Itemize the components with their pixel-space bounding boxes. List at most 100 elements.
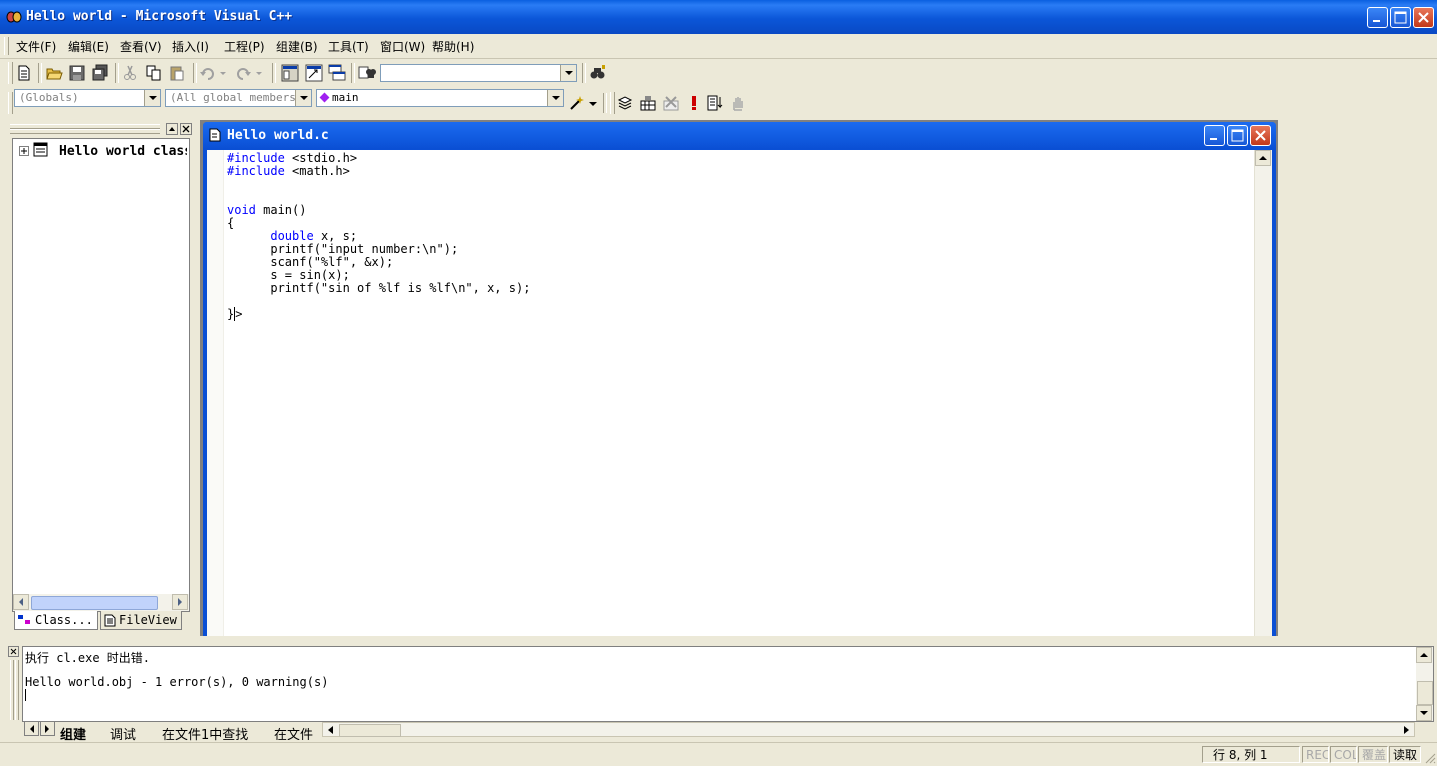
execute-icon[interactable] [685,94,703,112]
scroll-up-button[interactable] [1255,150,1271,166]
tab-build-label: 组建 [60,728,87,743]
toolbar-grip[interactable] [8,92,13,114]
chevron-down-icon[interactable] [144,90,160,106]
class-tree[interactable]: Hello world classes [12,138,190,612]
go-icon[interactable] [706,94,724,112]
paste-icon[interactable] [168,64,186,82]
toolbar-separator [272,63,276,83]
visual-cpp-app-icon[interactable] [6,10,22,24]
code-text[interactable]: #include <stdio.h> #include <math.h> voi… [227,152,530,321]
arrow-right-icon[interactable] [1400,724,1412,736]
editor-close-button[interactable] [1250,125,1271,146]
tab-find2-label: 在文件 [274,728,314,740]
undo-dropdown-icon[interactable] [218,64,228,82]
scroll-thumb[interactable] [31,596,158,610]
undo-icon[interactable] [199,64,217,82]
toolbar-separator [582,63,586,83]
stop-build-icon[interactable] [662,94,680,112]
compile-icon[interactable] [616,94,634,112]
menubar-grip[interactable] [4,37,9,55]
editor-title-bar[interactable]: Hello world.c [203,122,1276,149]
pane-close-icon[interactable] [180,123,192,135]
tab-classview-label: Class... [35,613,93,627]
save-icon[interactable] [68,64,86,82]
output-window-icon[interactable] [305,64,323,82]
editor-maximize-button[interactable] [1227,125,1248,146]
menu-build[interactable]: 组建(B) [276,38,318,55]
scroll-right-button[interactable] [172,594,188,610]
save-all-icon[interactable] [91,64,109,82]
scroll-thumb[interactable] [339,724,401,737]
vertical-scrollbar[interactable] [1254,150,1272,636]
maximize-button[interactable] [1390,7,1411,28]
menu-project[interactable]: 工程(P) [224,38,265,55]
open-folder-icon[interactable] [45,64,63,82]
expand-plus-icon[interactable] [19,146,29,156]
code-line: double x, s; [270,229,358,243]
menu-file[interactable]: 文件(F) [16,38,56,55]
scroll-thumb[interactable] [1417,681,1433,705]
chevron-down-icon[interactable] [547,90,563,106]
tab-classview[interactable]: Class... [14,611,98,630]
tree-root-label[interactable]: Hello world classes [59,144,187,159]
breakpoint-hand-icon[interactable] [729,94,747,112]
pane-restore-icon[interactable] [166,123,178,135]
class-combo[interactable]: (Globals) [14,89,161,107]
chevron-down-icon[interactable] [560,65,576,81]
tab-debug[interactable]: 调试 [110,724,136,743]
tab-scroll-buttons[interactable] [24,721,56,737]
pane-close-icon[interactable] [8,646,19,657]
editor-window[interactable]: Hello world.c #include <stdio.h> #includ… [203,122,1276,636]
minimize-button[interactable] [1367,7,1388,28]
menu-view[interactable]: 查看(V) [120,38,162,55]
pane-grip[interactable] [15,660,19,720]
wizard-wand-icon[interactable] [568,94,586,112]
wizard-dropdown-icon[interactable] [588,94,598,112]
build-icon[interactable] [639,94,657,112]
menu-edit[interactable]: 编辑(E) [68,38,109,55]
code-editor[interactable]: #include <stdio.h> #include <math.h> voi… [207,150,1272,636]
pane-grip[interactable] [10,129,160,134]
code-line: { [227,216,235,230]
close-button[interactable] [1413,7,1434,28]
toolbar-grip[interactable] [8,62,13,84]
workspace-window-icon[interactable] [281,64,299,82]
menu-bar: 文件(F) 编辑(E) 查看(V) 插入(I) 工程(P) 组建(B) 工具(T… [0,34,1437,59]
cut-icon[interactable] [121,64,139,82]
scroll-down-button[interactable] [1416,705,1432,721]
editor-gutter[interactable] [207,150,224,636]
find-icon[interactable] [589,64,607,82]
tab-find-in-files-2[interactable]: 在文件 [274,724,318,740]
menu-insert[interactable]: 插入(I) [172,38,209,55]
code-line: s = sin(x); [227,268,350,282]
scroll-up-button[interactable] [1416,647,1432,663]
scroll-left-button[interactable] [13,594,29,610]
output-vertical-scrollbar[interactable] [1416,647,1433,721]
toolbar-grip[interactable] [610,92,615,114]
output-text[interactable]: 执行 cl.exe 时出错. Hello world.obj - 1 error… [22,646,1434,722]
output-horizontal-scrollbar[interactable] [322,722,1415,737]
editor-minimize-button[interactable] [1204,125,1225,146]
find-in-files-icon[interactable] [358,64,376,82]
tab-build[interactable]: 组建 [60,724,87,743]
arrow-left-icon[interactable] [325,724,337,736]
title-bar[interactable]: Hello world - Microsoft Visual C++ [0,0,1437,34]
tab-find-in-files-1[interactable]: 在文件1中查找 [162,724,248,743]
chevron-down-icon[interactable] [295,90,311,106]
new-file-icon[interactable] [15,64,33,82]
tab-fileview[interactable]: FileView [100,611,182,630]
window-list-icon[interactable] [328,64,346,82]
redo-dropdown-icon[interactable] [254,64,264,82]
horizontal-scrollbar[interactable] [13,594,189,611]
resize-grip-icon[interactable] [1424,752,1436,764]
menu-help[interactable]: 帮助(H) [432,38,474,55]
function-combo[interactable]: main [316,89,564,107]
member-combo[interactable]: (All global members) [165,89,312,107]
copy-icon[interactable] [145,64,163,82]
code-line: printf("input number:\n"); [227,242,459,256]
menu-window[interactable]: 窗口(W) [380,38,425,55]
menu-tools[interactable]: 工具(T) [328,38,369,55]
find-combo[interactable] [380,64,577,82]
redo-icon[interactable] [234,64,252,82]
pane-grip[interactable] [10,660,14,720]
